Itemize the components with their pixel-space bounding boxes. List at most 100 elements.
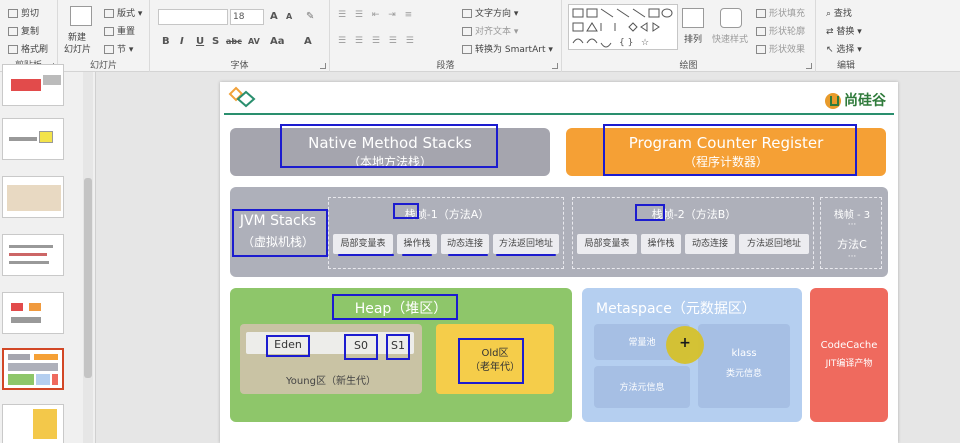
shadow-button[interactable]: S — [212, 36, 219, 47]
thumbnail-shape — [9, 245, 53, 248]
slide-thumbnail-selected[interactable] — [2, 348, 64, 390]
strikethrough-button[interactable]: abc — [226, 37, 242, 46]
thumbnail-shape — [8, 374, 34, 385]
highlight-rect — [635, 204, 665, 221]
char-spacing-button[interactable]: AV — [248, 37, 260, 46]
frame-2-title: 栈帧-2（方法B） — [651, 208, 737, 221]
frame-1-box[interactable]: 栈帧-1（方法A） 局部变量表 操作栈 动态连接 方法返回地址 — [328, 197, 564, 269]
underline-button[interactable]: U — [196, 36, 204, 47]
scissors-icon — [8, 9, 18, 18]
underline-mark — [496, 254, 556, 256]
quick-styles-icon — [720, 8, 742, 28]
ribbon: 剪切 复制 格式刷 剪贴板 新建 幻灯片 版式 ▾ 重置 节 ▾ 幻灯片 18 … — [0, 0, 960, 72]
align-text-icon — [462, 27, 472, 36]
font-launcher-icon[interactable] — [320, 63, 326, 69]
slide-thumbnail[interactable] — [2, 404, 64, 443]
drawing-launcher-icon[interactable] — [806, 63, 812, 69]
format-painter-button[interactable]: 格式刷 — [8, 42, 48, 55]
layout-button[interactable]: 版式 ▾ — [104, 6, 142, 19]
scrollbar-thumb[interactable] — [84, 178, 92, 378]
klass-label: klass — [731, 348, 757, 359]
shape-outline-button[interactable]: 形状轮廓 — [756, 24, 805, 37]
thumbnail-shape — [29, 303, 41, 311]
highlight-rect — [232, 209, 328, 257]
drawing-group: { } ☆ 排列 快速样式 形状填充 形状轮廓 形状效果 绘图 — [562, 0, 816, 72]
slide-thumbnail[interactable] — [2, 176, 64, 218]
italic-button[interactable]: I — [180, 36, 184, 47]
font-grow-button[interactable]: A — [270, 11, 278, 22]
thumbnail-shape — [9, 261, 49, 264]
s1-label: S1 — [391, 339, 405, 352]
paragraph-launcher-icon[interactable] — [552, 63, 558, 69]
editing-label: 编辑 — [836, 61, 855, 71]
font-label: 字体 — [230, 61, 249, 71]
highlight-rect — [280, 124, 498, 168]
slides-group: 新建 幻灯片 版式 ▾ 重置 节 ▾ 幻灯片 — [58, 0, 150, 72]
reset-button[interactable]: 重置 — [104, 24, 135, 37]
effects-icon — [756, 45, 766, 54]
thumbnail-shape — [8, 363, 58, 371]
cut-button[interactable]: 剪切 — [8, 6, 39, 19]
thumbnail-shape — [7, 185, 61, 211]
eden-label: Eden — [274, 338, 302, 351]
highlight-rect — [332, 294, 458, 320]
thumbnail-shape — [9, 253, 47, 256]
underline-mark — [402, 254, 432, 256]
slides-label: 幻灯片 — [89, 61, 117, 71]
font-name-input[interactable] — [158, 9, 228, 25]
quick-styles-button[interactable]: 快速样式 — [712, 32, 748, 45]
frame-2-return-address: 方法返回地址 — [739, 234, 809, 254]
shape-fill-button[interactable]: 形状填充 — [756, 6, 805, 19]
frame-3-dots-2: ··· — [847, 252, 857, 262]
smartart-button[interactable]: 转换为 SmartArt ▾ — [462, 42, 553, 55]
thumbnail-shape — [52, 374, 58, 385]
brand-logo: 尚硅谷 — [825, 90, 886, 110]
powerpoint-window: 剪切 复制 格式刷 剪贴板 新建 幻灯片 版式 ▾ 重置 节 ▾ 幻灯片 18 … — [0, 0, 960, 443]
frame-3-box[interactable]: 栈帧 - 3 ··· 方法C ··· — [820, 197, 882, 269]
font-group: 18 A A ✎ B I U S abc AV Aa A 字体 — [150, 0, 330, 72]
bold-button[interactable]: B — [162, 36, 170, 47]
text-direction-button[interactable]: 文字方向 ▾ — [462, 6, 518, 19]
diamond-logo-icon — [228, 86, 256, 108]
change-case-button[interactable]: Aa — [270, 36, 285, 47]
font-color-button[interactable]: A — [304, 36, 312, 47]
paragraph-label: 段落 — [436, 61, 455, 71]
thumbnails-scrollbar[interactable] — [83, 72, 93, 443]
underline-mark — [448, 254, 488, 256]
codecache-box[interactable]: CodeCache JIT编译产物 — [810, 288, 888, 422]
new-slide-button-label[interactable]: 幻灯片 — [64, 42, 91, 55]
slide-thumbnail[interactable] — [2, 118, 64, 160]
mouse-cursor-highlight: + — [666, 326, 704, 364]
editing-group: ⌕ 查找 ⇄ 替换 ▾ ↖ 选择 ▾ 编辑 — [816, 0, 876, 72]
thumbnail-shape — [11, 79, 41, 91]
find-button[interactable]: ⌕ 查找 — [826, 6, 852, 19]
bullets-icon[interactable]: ☰ ☰ ⇤ ⇥ ≡ — [338, 10, 415, 20]
clipboard-group: 剪切 复制 格式刷 剪贴板 — [0, 0, 58, 72]
highlight-rect — [603, 124, 857, 176]
section-button[interactable]: 节 ▾ — [104, 42, 133, 55]
select-icon: ↖ — [826, 45, 834, 55]
replace-button[interactable]: ⇄ 替换 ▾ — [826, 24, 862, 37]
font-size-input[interactable]: 18 — [230, 9, 264, 25]
codecache-subtitle: JIT编译产物 — [825, 359, 873, 369]
frame-3-title: 栈帧 - 3 — [833, 210, 871, 221]
frame-2-operand-stack: 操作栈 — [641, 234, 681, 254]
shapes-gallery[interactable]: { } ☆ — [568, 4, 678, 50]
arrange-button[interactable]: 排列 — [684, 32, 702, 45]
slide-thumbnail[interactable] — [2, 64, 64, 106]
frame-2-box[interactable]: 栈帧-2（方法B） 局部变量表 操作栈 动态连接 方法返回地址 — [572, 197, 814, 269]
slide-thumbnail[interactable] — [2, 234, 64, 276]
clear-format-icon[interactable]: ✎ — [306, 11, 314, 22]
shape-effects-button[interactable]: 形状效果 — [756, 42, 805, 55]
arrange-icon — [682, 8, 704, 28]
copy-button[interactable]: 复制 — [8, 24, 39, 37]
select-button[interactable]: ↖ 选择 ▾ — [826, 42, 862, 55]
method-info-label: 方法元信息 — [619, 383, 665, 393]
slide-canvas[interactable]: 尚硅谷 Native Method Stacks （本地方法栈） Program… — [220, 82, 898, 443]
fill-icon — [756, 9, 766, 18]
jvm-stacks-box[interactable]: JVM Stacks （虚拟机栈） 栈帧-1（方法A） 局部变量表 操作栈 动态… — [230, 187, 888, 277]
align-icons[interactable]: ☰ ☰ ☰ ☰ ☰ — [338, 36, 417, 46]
font-shrink-button[interactable]: A — [286, 12, 292, 21]
slide-thumbnail[interactable] — [2, 292, 64, 334]
align-text-button[interactable]: 对齐文本 ▾ — [462, 24, 518, 37]
